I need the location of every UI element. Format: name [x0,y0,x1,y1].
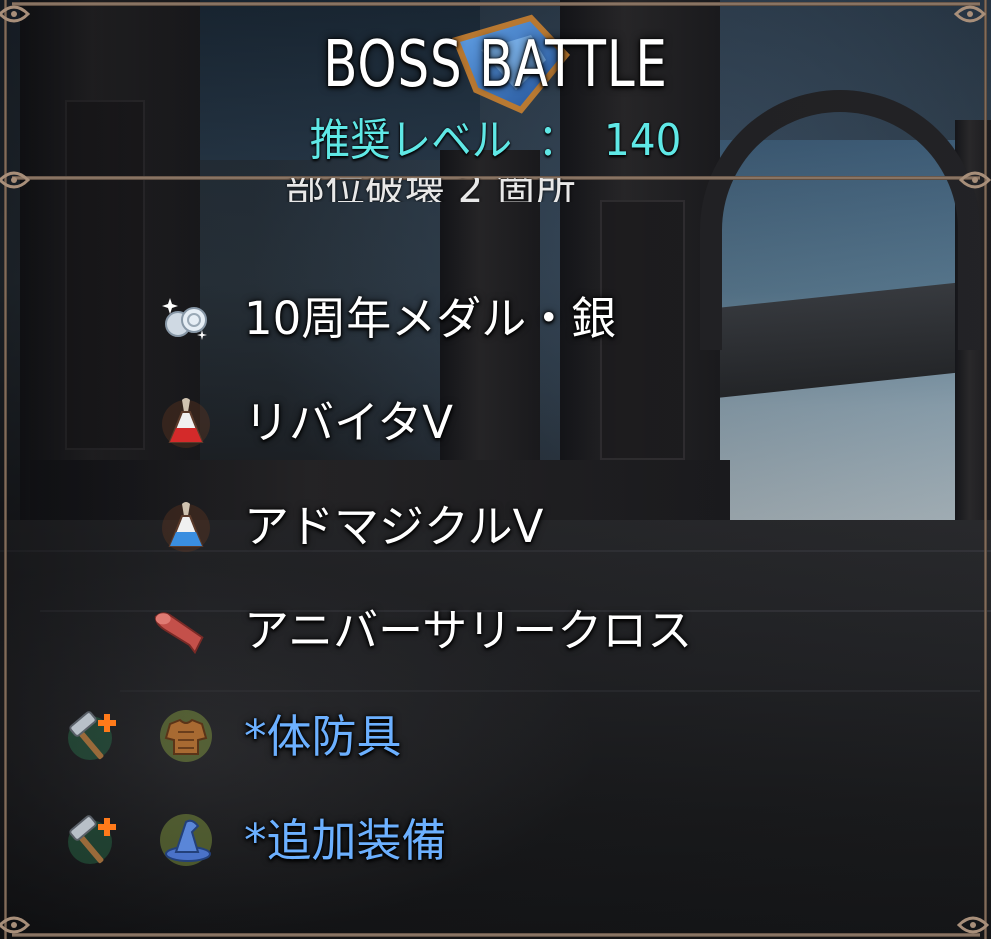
reward-label: アニバーサリークロス [244,604,693,657]
reward-label: アドマジクルV [244,500,544,553]
craft-hammer-icon[interactable] [64,812,120,868]
red-potion-icon [162,398,210,448]
reward-label: *追加装備 [244,814,447,867]
wizard-hat-icon [160,814,212,866]
reward-list[interactable]: 10周年メダル・銀 リバイタV アドマジクルV アニバーサリークロス *体防具 … [0,0,991,939]
reward-label: 10周年メダル・銀 [244,292,617,345]
body-armor-icon [160,710,212,762]
craft-hammer-icon[interactable] [64,708,120,764]
blue-potion-icon [162,502,210,552]
reward-item: *追加装備 [0,790,991,890]
reward-item: アドマジクルV [0,476,991,576]
red-cloth-icon [154,612,204,655]
reward-item: 10周年メダル・銀 [0,268,991,368]
reward-label: リバイタV [244,396,453,449]
reward-label: *体防具 [244,710,402,763]
reward-item: アニバーサリークロス [0,580,991,680]
reward-item: *体防具 [0,686,991,786]
reward-item: リバイタV [0,372,991,472]
silver-medals-icon [162,298,207,340]
